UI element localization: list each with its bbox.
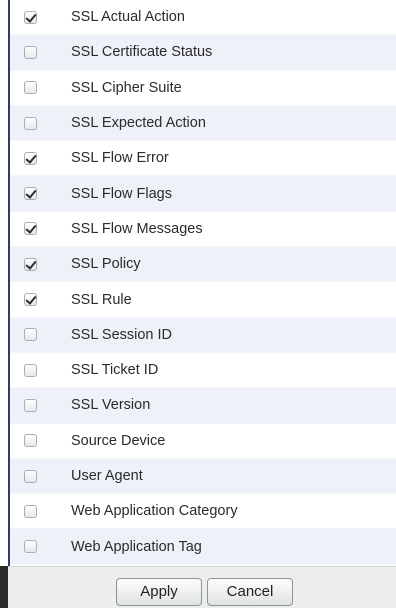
checkbox[interactable]: [24, 116, 37, 130]
list-item[interactable]: User Agent: [10, 458, 396, 495]
checkbox[interactable]: [24, 81, 37, 95]
checkbox[interactable]: [24, 504, 37, 518]
column-label: Source Device: [71, 432, 166, 449]
list-item[interactable]: SSL Session ID: [10, 317, 396, 353]
cancel-button[interactable]: Cancel: [207, 578, 293, 606]
list-item[interactable]: SSL Expected Action: [10, 105, 396, 142]
list-item[interactable]: Web Application Tag: [10, 529, 396, 565]
column-label: SSL Actual Action: [71, 9, 185, 26]
checkbox[interactable]: [24, 293, 37, 307]
list-item[interactable]: SSL Flow Flags: [10, 176, 396, 212]
checkbox[interactable]: [24, 363, 37, 377]
list-item[interactable]: SSL Flow Messages: [10, 211, 396, 248]
checkbox[interactable]: [24, 45, 37, 59]
list-item[interactable]: SSL Rule: [10, 282, 396, 318]
column-label: SSL Session ID: [71, 326, 173, 343]
column-label: SSL Version: [71, 397, 151, 414]
checkbox[interactable]: [24, 10, 37, 24]
list-item[interactable]: Web Application Category: [10, 494, 396, 530]
list-item[interactable]: SSL Flow Error: [10, 141, 396, 177]
column-label: SSL Flow Error: [71, 150, 169, 167]
apply-button[interactable]: Apply: [116, 578, 202, 606]
column-label: SSL Flow Messages: [71, 220, 203, 237]
column-label: SSL Rule: [71, 291, 132, 308]
checkbox[interactable]: [24, 469, 37, 483]
checkbox[interactable]: [24, 540, 37, 554]
list-item[interactable]: SSL Policy: [10, 247, 396, 283]
column-label: SSL Certificate Status: [71, 44, 213, 61]
checkbox[interactable]: [24, 151, 37, 165]
column-label: Web Application Category: [71, 503, 238, 520]
checkbox[interactable]: [24, 398, 37, 412]
list-item[interactable]: SSL Actual Action: [10, 0, 396, 36]
checkbox[interactable]: [24, 328, 37, 342]
list-item[interactable]: Source Device: [10, 423, 396, 459]
column-label: SSL Policy: [71, 256, 141, 273]
list-item[interactable]: SSL Version: [10, 388, 396, 424]
checkbox[interactable]: [24, 187, 37, 201]
checkbox[interactable]: [24, 257, 37, 271]
column-label: SSL Cipher Suite: [71, 79, 182, 96]
checkbox[interactable]: [24, 434, 37, 448]
column-list: SSL Actual Action SSL Certificate Status…: [10, 0, 396, 565]
column-label: SSL Expected Action: [71, 115, 206, 132]
footer-edge: [0, 566, 8, 608]
column-chooser-panel: SSL Actual Action SSL Certificate Status…: [0, 0, 396, 608]
list-item[interactable]: SSL Ticket ID: [10, 352, 396, 389]
list-item[interactable]: SSL Cipher Suite: [10, 70, 396, 106]
list-item[interactable]: SSL Certificate Status: [10, 35, 396, 71]
column-label: SSL Ticket ID: [71, 362, 159, 379]
column-label: User Agent: [71, 468, 143, 484]
checkbox[interactable]: [24, 222, 37, 236]
column-label: Web Application Tag: [71, 538, 202, 555]
column-label: SSL Flow Flags: [71, 185, 172, 202]
